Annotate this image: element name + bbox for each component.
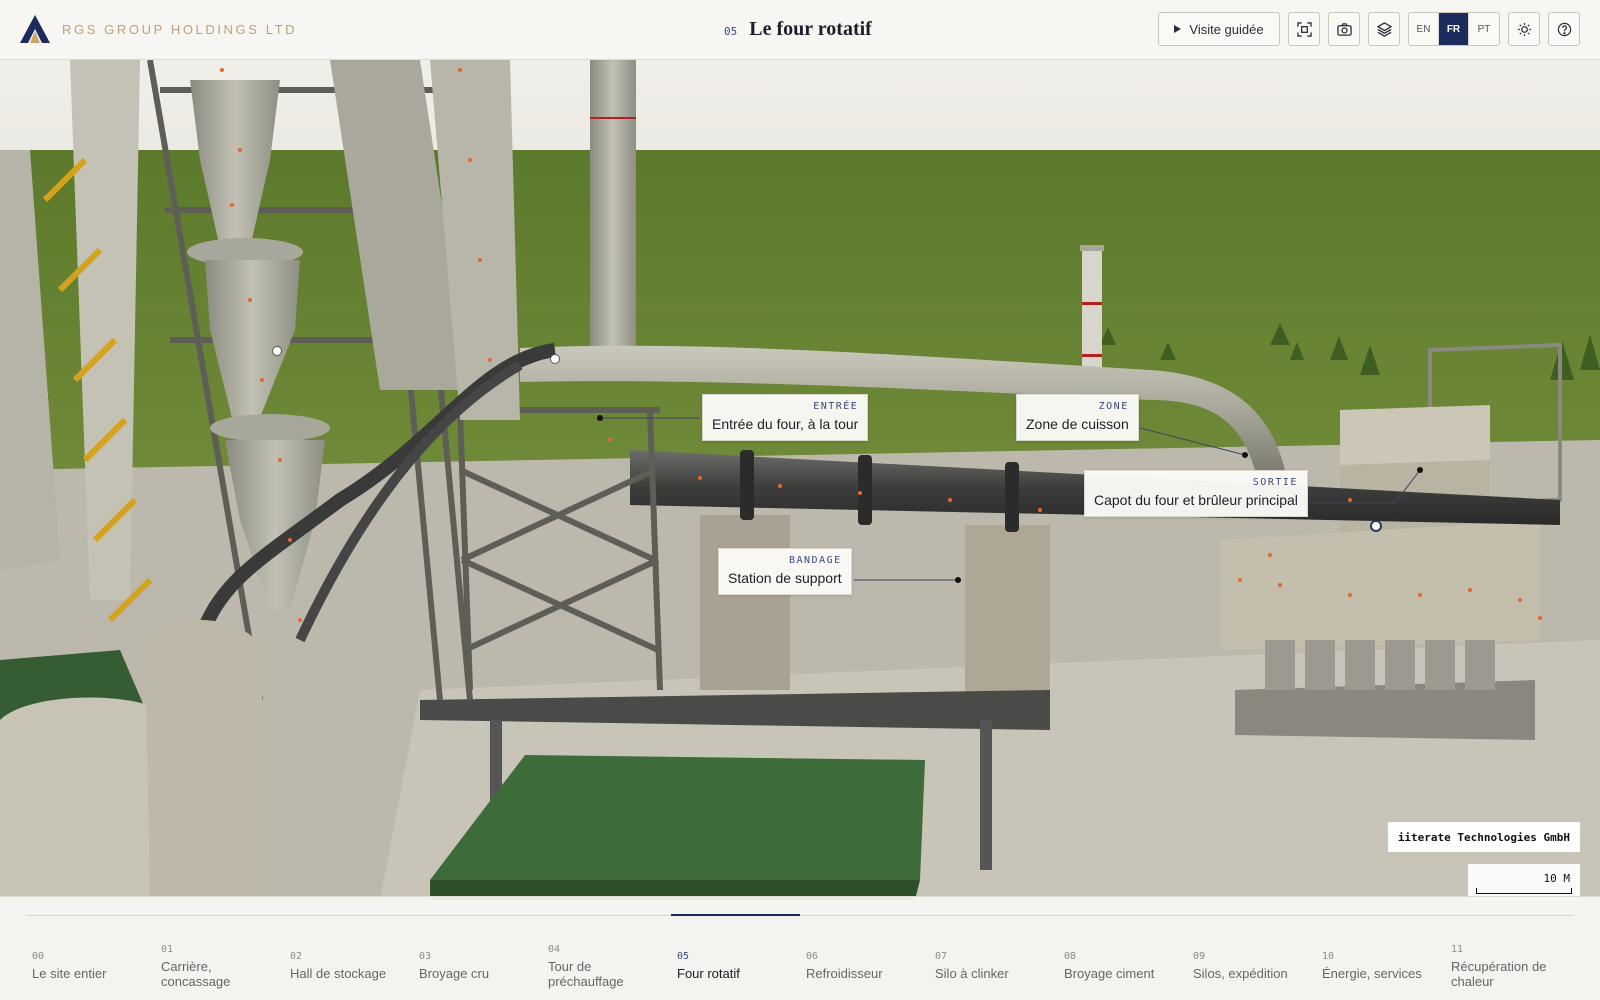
sun-icon [1517, 22, 1531, 36]
nav-item-08[interactable]: 08 Broyage ciment [1058, 915, 1187, 1000]
toolbar: Visite guidée EN FR PT [1158, 12, 1580, 46]
nav-item-label: Tour de préchauffage [548, 958, 624, 989]
nav-item-04[interactable]: 04 Tour de préchauffage [542, 915, 671, 1000]
scale-bar: 10 M [1468, 864, 1580, 900]
nav-item-number: 03 [419, 951, 432, 962]
scale-line [1476, 888, 1572, 894]
callout-support-station[interactable]: BANDAGE Station de support [718, 548, 852, 595]
nav-item-number: 09 [1193, 951, 1206, 962]
lang-en[interactable]: EN [1409, 13, 1439, 45]
nav-item-number: 01 [161, 943, 174, 955]
nav-item-number: 04 [548, 943, 561, 955]
lang-pt[interactable]: PT [1469, 13, 1499, 45]
scale-label: 10 M [1543, 872, 1571, 885]
nav-item-number: 11 [1451, 943, 1464, 955]
page-title: Le four rotatif [749, 18, 872, 40]
guided-tour-label: Visite guidée [1189, 21, 1264, 37]
nav-item-number: 08 [1064, 951, 1077, 962]
lang-fr[interactable]: FR [1439, 13, 1469, 45]
callout-text: Zone de cuisson [1026, 416, 1129, 432]
callout-tag: ENTRÉE [813, 401, 859, 412]
nav-item-number: 07 [935, 951, 948, 962]
nav-item-10[interactable]: 10 Énergie, services [1316, 915, 1445, 1000]
nav-item-number: 00 [32, 951, 45, 962]
brand-name: RGS GROUP HOLDINGS LTD [62, 22, 298, 37]
company-logo-icon[interactable] [20, 15, 50, 43]
focus-icon [1296, 21, 1312, 37]
nav-item-03[interactable]: 03 Broyage cru [413, 915, 542, 1000]
nav-items: 00 Le site entier 01 Carrière, concassage 02… [26, 914, 1574, 1000]
callout-tag: SORTIE [1252, 477, 1298, 488]
section-navigation: 00 Le site entier 01 Carrière, concassage 02… [0, 896, 1600, 1000]
nav-item-00[interactable]: 00 Le site entier [26, 915, 155, 1000]
callout-kiln-outlet[interactable]: SORTIE Capot du four et brûleur principa… [1084, 470, 1308, 517]
hotspot-marker[interactable] [1370, 520, 1382, 532]
nav-item-label: Silo à clinker [935, 966, 1009, 981]
callout-tag: BANDAGE [788, 555, 842, 566]
callout-text: Station de support [728, 570, 842, 586]
section-number: 05 [724, 25, 738, 38]
callout-text: Entrée du four, à la tour [712, 416, 859, 432]
guided-tour-button[interactable]: Visite guidée [1158, 12, 1280, 46]
nav-item-number: 02 [290, 951, 303, 962]
nav-item-label: Broyage cru [419, 966, 490, 981]
nav-item-02[interactable]: 02 Hall de stockage [284, 915, 413, 1000]
nav-item-label: Carrière, concassage [161, 958, 231, 989]
language-switcher: EN FR PT [1408, 12, 1500, 46]
nav-item-label: Récupération de chaleur [1451, 958, 1547, 989]
camera-icon [1336, 22, 1352, 36]
nav-item-label: Silos, expédition [1193, 966, 1288, 981]
play-icon [1174, 25, 1182, 33]
callout-kiln-inlet[interactable]: ENTRÉE Entrée du four, à la tour [702, 394, 869, 441]
theme-toggle-button[interactable] [1508, 12, 1540, 46]
nav-item-label: Broyage ciment [1064, 966, 1155, 981]
nav-item-05[interactable]: 05 Four rotatif [671, 914, 800, 1000]
hotspot-marker[interactable] [550, 354, 560, 364]
nav-item-01[interactable]: 01 Carrière, concassage [155, 915, 284, 1000]
nav-item-09[interactable]: 09 Silos, expédition [1187, 915, 1316, 1000]
help-icon [1557, 22, 1571, 36]
nav-item-label: Énergie, services [1322, 966, 1422, 981]
hotspot-marker[interactable] [272, 346, 282, 356]
callout-tag: ZONE [1098, 401, 1129, 412]
nav-item-label: Hall de stockage [290, 966, 387, 981]
nav-item-label: Refroidisseur [806, 966, 883, 981]
nav-item-label: Four rotatif [677, 966, 740, 981]
callout-burning-zone[interactable]: ZONE Zone de cuisson [1016, 394, 1139, 441]
focus-button[interactable] [1288, 12, 1320, 46]
nav-item-07[interactable]: 07 Silo à clinker [929, 915, 1058, 1000]
layers-icon [1376, 21, 1392, 37]
layers-button[interactable] [1368, 12, 1400, 46]
nav-item-number: 06 [806, 951, 819, 962]
plant-3d-viewport[interactable] [0, 0, 1600, 1000]
attribution-label: iiterate Technologies GmbH [1387, 822, 1580, 852]
nav-item-number: 05 [677, 951, 690, 962]
nav-item-11[interactable]: 11 Récupération de chaleur [1445, 915, 1574, 1000]
help-button[interactable] [1548, 12, 1580, 46]
section-heading: 05 Le four rotatif [724, 18, 872, 41]
top-bar: RGS GROUP HOLDINGS LTD 05 Le four rotati… [0, 0, 1600, 60]
nav-item-number: 10 [1322, 951, 1335, 962]
callout-text: Capot du four et brûleur principal [1094, 492, 1298, 508]
screenshot-button[interactable] [1328, 12, 1360, 46]
nav-item-label: Le site entier [32, 966, 107, 981]
nav-item-06[interactable]: 06 Refroidisseur [800, 915, 929, 1000]
